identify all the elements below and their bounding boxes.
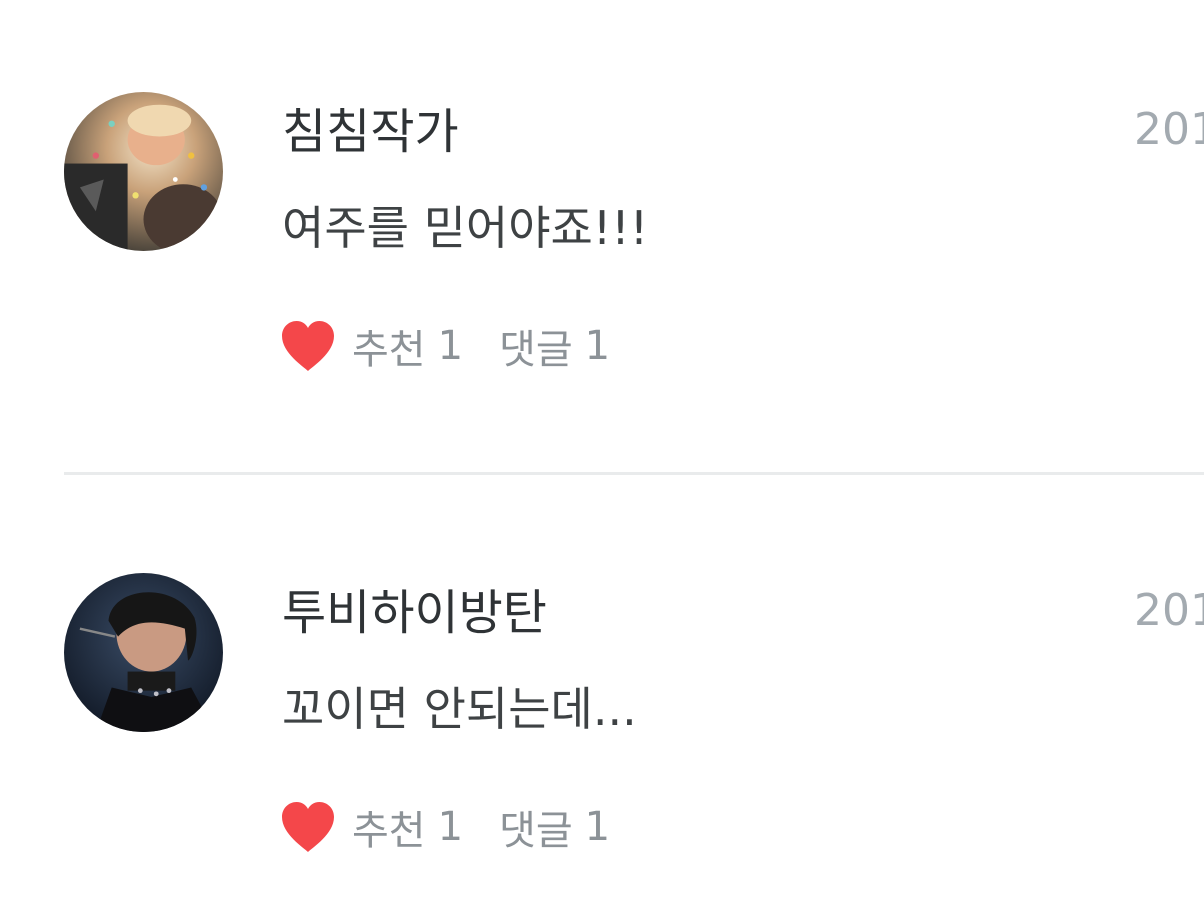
comment-actions: 추천 1 댓글 1 xyxy=(280,318,610,374)
like-label[interactable]: 추천 xyxy=(352,317,426,375)
reply-label[interactable]: 댓글 xyxy=(499,798,573,856)
comment-date: 201 xyxy=(1134,585,1204,636)
reply-count: 1 xyxy=(584,323,611,369)
comment-author[interactable]: 투비하이방탄 xyxy=(282,581,547,645)
comment-text: 여주를 믿어야죠!!! xyxy=(282,201,649,255)
avatar[interactable] xyxy=(64,573,223,732)
comment-date: 201 xyxy=(1134,104,1204,155)
heart-icon[interactable] xyxy=(280,800,336,854)
reply-count: 1 xyxy=(584,804,611,850)
reply-label[interactable]: 댓글 xyxy=(499,317,573,375)
divider xyxy=(64,472,1204,475)
like-count: 1 xyxy=(437,804,464,850)
heart-icon[interactable] xyxy=(280,319,336,373)
avatar-photo xyxy=(64,92,223,251)
like-label[interactable]: 추천 xyxy=(352,798,426,856)
like-count: 1 xyxy=(437,323,464,369)
avatar[interactable] xyxy=(64,92,223,251)
comment-text: 꼬이면 안되는데... xyxy=(282,682,637,736)
comment-author[interactable]: 침침작가 xyxy=(282,100,459,164)
comment-actions: 추천 1 댓글 1 xyxy=(280,799,610,855)
avatar-photo xyxy=(64,573,223,732)
comment-item: 투비하이방탄 꼬이면 안되는데... 201 추천 1 댓글 1 xyxy=(0,481,1204,854)
comment-item: 침침작가 여주를 믿어야죠!!! 201 추천 1 댓글 1 xyxy=(0,0,1204,373)
